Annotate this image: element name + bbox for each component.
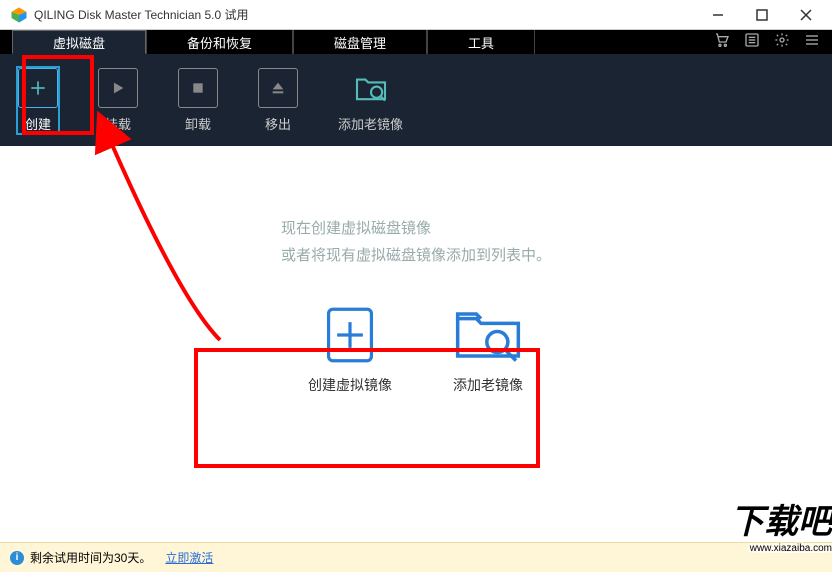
tool-label: 挂载 xyxy=(105,114,131,133)
window-title: QILING Disk Master Technician 5.0 试用 xyxy=(34,6,696,23)
menu-icon[interactable] xyxy=(804,32,820,53)
main-actions: 创建虚拟镜像 添加老镜像 xyxy=(274,287,558,413)
list-icon[interactable] xyxy=(744,32,760,53)
mount-button[interactable]: 挂载 xyxy=(98,68,138,133)
eject-icon xyxy=(258,68,298,108)
plus-doc-icon xyxy=(314,305,386,365)
tool-label: 创建 xyxy=(25,114,51,133)
tab-disk-management[interactable]: 磁盘管理 xyxy=(293,30,427,54)
create-virtual-image-button[interactable]: 创建虚拟镜像 xyxy=(308,305,392,395)
main-tabs: 虚拟磁盘 备份和恢复 磁盘管理 工具 xyxy=(0,30,832,54)
folder-search-icon xyxy=(452,305,524,365)
statusbar: i 剩余试用时间为30天。 立即激活 xyxy=(0,542,832,572)
remove-button[interactable]: 移出 xyxy=(258,68,298,133)
activate-link[interactable]: 立即激活 xyxy=(165,549,213,566)
tool-label: 移出 xyxy=(265,114,291,133)
tool-label: 添加老镜像 xyxy=(338,114,403,133)
add-old-image-action-button[interactable]: 添加老镜像 xyxy=(452,305,524,395)
tab-backup-restore[interactable]: 备份和恢复 xyxy=(146,30,293,54)
content-area: 现在创建虚拟磁盘镜像 或者将现有虚拟磁盘镜像添加到列表中。 创建虚拟镜像 添加老… xyxy=(0,146,832,542)
maximize-button[interactable] xyxy=(740,0,784,30)
menu-icons xyxy=(714,30,832,54)
tab-label: 工具 xyxy=(468,33,494,52)
info-icon: i xyxy=(10,551,24,565)
hint-line: 或者将现有虚拟磁盘镜像添加到列表中。 xyxy=(281,242,551,269)
cart-icon[interactable] xyxy=(714,32,730,53)
close-button[interactable] xyxy=(784,0,828,30)
plus-icon xyxy=(18,68,58,108)
tab-label: 虚拟磁盘 xyxy=(53,33,105,52)
folder-icon xyxy=(351,68,391,108)
stop-icon xyxy=(178,68,218,108)
status-text: 剩余试用时间为30天。 xyxy=(30,549,151,566)
action-label: 创建虚拟镜像 xyxy=(308,375,392,395)
app-logo-icon xyxy=(10,6,28,24)
tab-label: 备份和恢复 xyxy=(187,33,252,52)
action-label: 添加老镜像 xyxy=(453,375,523,395)
unmount-button[interactable]: 卸载 xyxy=(178,68,218,133)
add-old-image-button[interactable]: 添加老镜像 xyxy=(338,68,403,133)
tab-label: 磁盘管理 xyxy=(334,33,386,52)
tab-tools[interactable]: 工具 xyxy=(427,30,535,54)
tool-label: 卸载 xyxy=(185,114,211,133)
hint-text: 现在创建虚拟磁盘镜像 或者将现有虚拟磁盘镜像添加到列表中。 xyxy=(281,215,551,269)
window-controls xyxy=(696,0,828,30)
create-button[interactable]: 创建 xyxy=(18,68,58,133)
play-icon xyxy=(98,68,138,108)
toolbar: 创建 挂载 卸载 移出 添加老镜像 xyxy=(0,54,832,146)
gear-icon[interactable] xyxy=(774,32,790,53)
titlebar: QILING Disk Master Technician 5.0 试用 xyxy=(0,0,832,30)
minimize-button[interactable] xyxy=(696,0,740,30)
tab-virtual-disk[interactable]: 虚拟磁盘 xyxy=(12,30,146,54)
hint-line: 现在创建虚拟磁盘镜像 xyxy=(281,215,551,242)
